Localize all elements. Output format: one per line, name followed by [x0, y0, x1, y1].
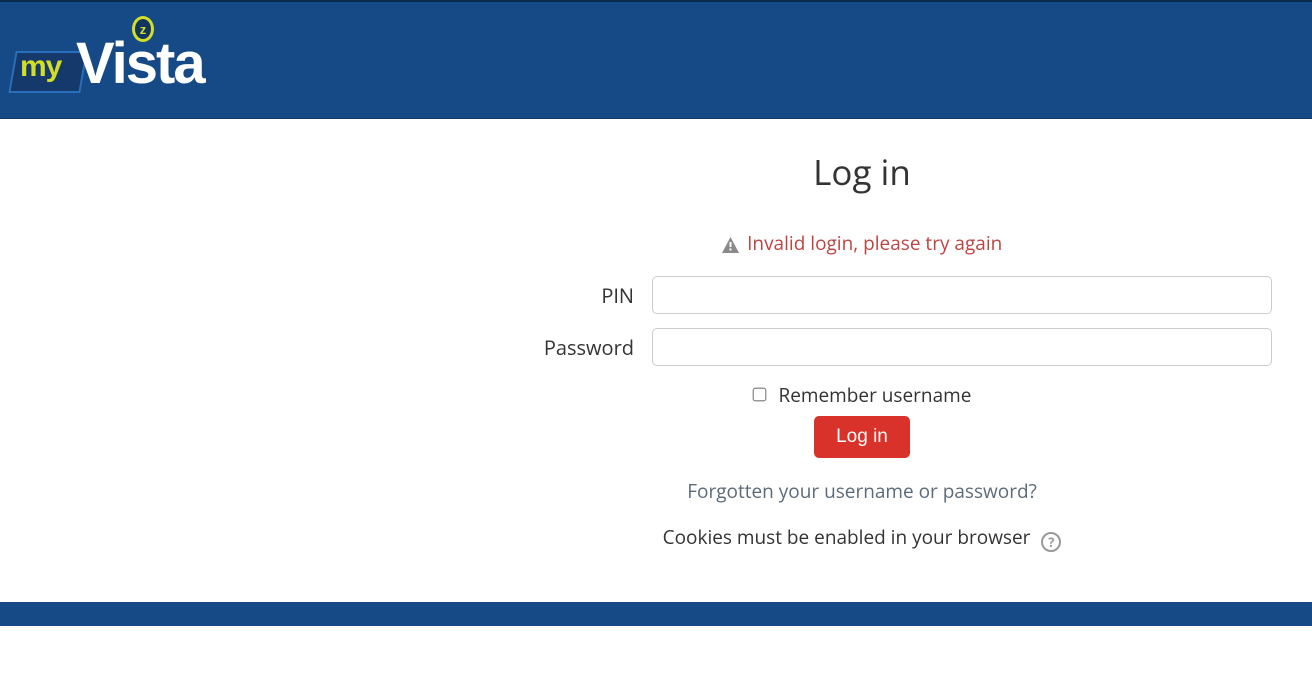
help-icon[interactable]: ?: [1041, 532, 1061, 552]
remember-row: Remember username: [452, 382, 1272, 408]
brand-logo[interactable]: z my Vista: [12, 16, 252, 98]
pin-input[interactable]: [652, 276, 1272, 314]
password-label: Password: [452, 334, 652, 361]
main-content: Log in Invalid login, please try again P…: [0, 119, 1312, 602]
logo-my-text: my: [20, 50, 61, 84]
remember-label: Remember username: [779, 382, 972, 408]
pin-row: PIN: [452, 276, 1272, 314]
login-button[interactable]: Log in: [814, 416, 910, 458]
remember-label-wrap[interactable]: Remember username: [753, 382, 972, 408]
remember-checkbox[interactable]: [752, 388, 766, 402]
login-panel: Log in Invalid login, please try again P…: [452, 149, 1272, 552]
cookies-text: Cookies must be enabled in your browser: [663, 524, 1031, 550]
login-error-text: Invalid login, please try again: [747, 230, 1002, 256]
logo-vista-text: Vista: [76, 30, 204, 97]
pin-label: PIN: [452, 282, 652, 309]
site-header: z my Vista: [0, 2, 1312, 119]
warning-icon: [722, 233, 743, 256]
cookies-notice: Cookies must be enabled in your browser …: [452, 524, 1272, 552]
login-error: Invalid login, please try again: [452, 230, 1272, 256]
forgot-password-link[interactable]: Forgotten your username or password?: [687, 478, 1037, 504]
password-input[interactable]: [652, 328, 1272, 366]
site-footer: [0, 602, 1312, 626]
password-row: Password: [452, 328, 1272, 366]
login-title: Log in: [452, 149, 1272, 196]
